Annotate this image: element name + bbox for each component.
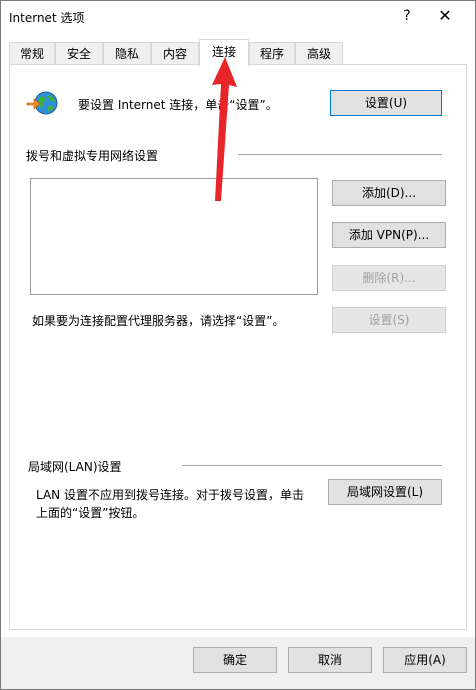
internet-options-window: Internet 选项 ? ✕ 常规 安全 隐私 内容 连接 程序 高级 要设置…	[0, 0, 476, 690]
remove-button[interactable]: 删除(R)...	[332, 265, 446, 291]
connection-list[interactable]	[30, 178, 318, 295]
lan-group-label: 局域网(LAN)设置	[28, 460, 122, 474]
proxy-text: 如果要为连接配置代理服务器，请选择“设置”。	[32, 314, 285, 328]
setup-button[interactable]: 设置(U)	[330, 90, 442, 116]
title-bar: Internet 选项 ? ✕	[1, 1, 475, 33]
cancel-button[interactable]: 取消	[288, 647, 372, 673]
tab-privacy[interactable]: 隐私	[103, 42, 151, 65]
settings-button[interactable]: 设置(S)	[332, 307, 446, 333]
dialup-group-divider	[238, 154, 442, 155]
tab-content[interactable]: 内容	[151, 42, 199, 65]
lan-text-line1: LAN 设置不应用到拨号连接。对于拨号设置，单击	[36, 488, 304, 502]
annotation-arrow-icon	[199, 53, 249, 205]
tab-advanced[interactable]: 高级	[295, 42, 343, 65]
add-vpn-button[interactable]: 添加 VPN(P)...	[332, 222, 446, 248]
tab-general[interactable]: 常规	[9, 42, 55, 65]
lan-group-divider	[182, 465, 442, 466]
dialog-footer: 确定 取消 应用(A)	[1, 637, 475, 689]
add-button[interactable]: 添加(D)...	[332, 180, 446, 206]
ok-button[interactable]: 确定	[193, 647, 277, 673]
close-icon[interactable]: ✕	[433, 5, 457, 27]
internet-globe-icon	[26, 89, 60, 117]
window-title: Internet 选项	[9, 11, 85, 25]
help-icon[interactable]: ?	[395, 5, 419, 27]
apply-button[interactable]: 应用(A)	[383, 647, 467, 673]
lan-text-line2: 上面的“设置”按钮。	[36, 506, 145, 520]
dialup-group-label: 拨号和虚拟专用网络设置	[26, 149, 159, 163]
lan-settings-button[interactable]: 局域网设置(L)	[328, 479, 442, 505]
tab-programs[interactable]: 程序	[249, 42, 295, 65]
tab-security[interactable]: 安全	[55, 42, 103, 65]
